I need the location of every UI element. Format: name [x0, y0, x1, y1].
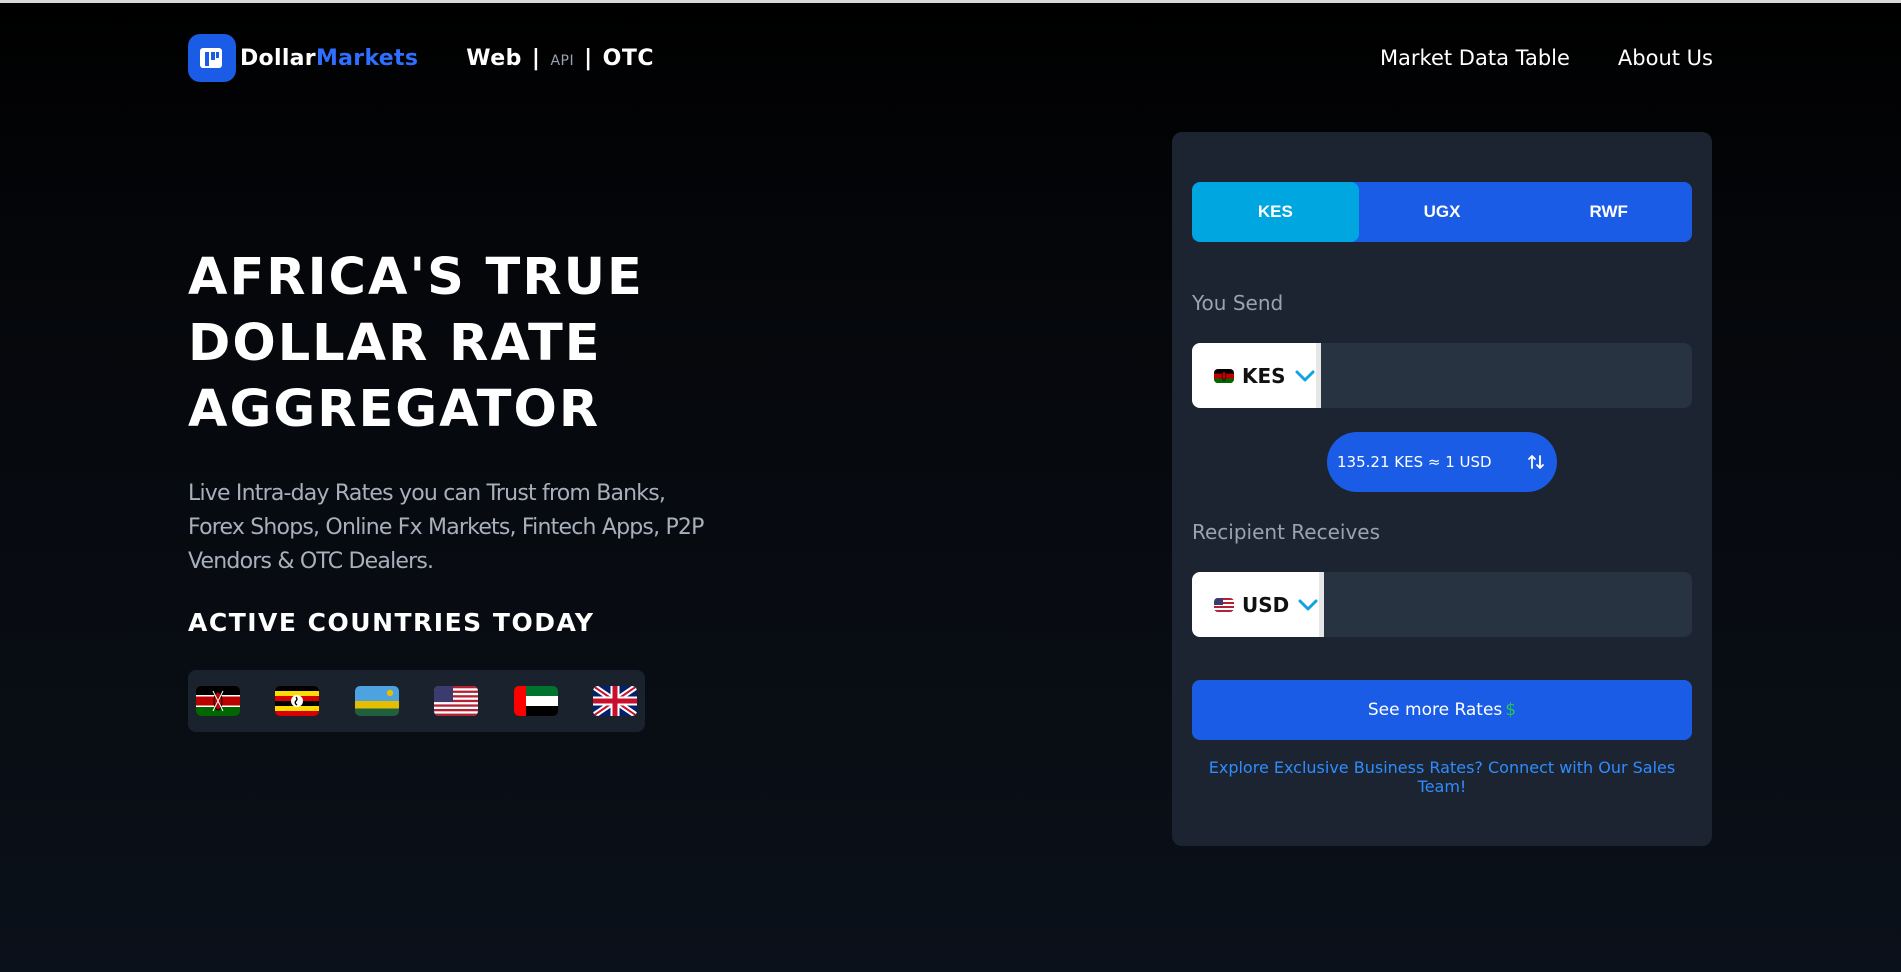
hero-title-line: AGGREGATOR	[188, 380, 601, 439]
exchange-rate-pill[interactable]: 135.21 KES ≈ 1 USD	[1327, 432, 1557, 492]
chevron-down-icon	[1294, 369, 1316, 383]
recipient-receives-label: Recipient Receives	[1192, 520, 1381, 544]
receive-amount-input[interactable]	[1324, 572, 1692, 637]
sales-team-link[interactable]: Explore Exclusive Business Rates? Connec…	[1202, 758, 1682, 796]
mode-api-link[interactable]: API	[550, 53, 574, 69]
main-nav: Market Data Table About Us	[1380, 46, 1713, 70]
receive-currency-select[interactable]: USD	[1192, 572, 1325, 637]
send-currency-code: KES	[1242, 363, 1286, 388]
hero-title-line: AFRICA'S TRUE	[188, 248, 644, 307]
tab-rwf[interactable]: RWF	[1525, 182, 1692, 242]
send-amount-row: KES	[1192, 343, 1692, 408]
tab-ugx[interactable]: UGX	[1359, 182, 1526, 242]
usa-flag-icon	[1214, 597, 1234, 612]
usa-flag-icon[interactable]	[434, 686, 479, 716]
hero-subtitle: Live Intra-day Rates you can Trust from …	[188, 481, 704, 574]
mode-separator: |	[584, 45, 593, 71]
swap-arrows-icon[interactable]	[1527, 453, 1545, 471]
receive-currency-code: USD	[1242, 592, 1290, 617]
mode-otc-link[interactable]: OTC	[603, 46, 654, 71]
top-border	[0, 0, 1901, 3]
logo-mark-icon	[188, 34, 236, 82]
chevron-down-icon	[1297, 598, 1319, 612]
site-header: DollarMarkets Web | API | OTC Market Dat…	[188, 33, 1713, 83]
kenya-flag-icon[interactable]	[196, 686, 240, 716]
active-countries-heading: ACTIVE COUNTRIES TODAY	[188, 608, 595, 637]
exchange-rate-text: 135.21 KES ≈ 1 USD	[1337, 453, 1492, 471]
brand-name: DollarMarkets	[240, 46, 418, 71]
you-send-label: You Send	[1192, 291, 1284, 315]
see-more-rates-label: See more Rates	[1367, 700, 1503, 720]
uk-flag-icon[interactable]	[592, 686, 637, 716]
logo[interactable]: DollarMarkets	[188, 34, 418, 82]
mode-web-link[interactable]: Web	[466, 46, 522, 71]
kenya-flag-icon	[1214, 368, 1234, 383]
currency-tabs: KES UGX RWF	[1192, 182, 1692, 242]
dollar-icon: $	[1505, 700, 1517, 720]
mode-separator: |	[531, 45, 541, 71]
rate-converter-card: KES UGX RWF You Send KES 135.21 KES ≈ 1 …	[1172, 132, 1712, 846]
brand-name-part1: Dollar	[240, 45, 316, 71]
see-more-rates-button[interactable]: See more Rates $	[1192, 680, 1692, 740]
active-countries-flags	[188, 670, 645, 732]
uganda-flag-icon[interactable]	[275, 686, 320, 716]
uae-flag-icon[interactable]	[513, 686, 558, 716]
hero-title: AFRICA'S TRUE DOLLAR RATE AGGREGATOR	[188, 245, 788, 443]
receive-amount-row: USD	[1192, 572, 1692, 637]
nav-market-data-table[interactable]: Market Data Table	[1380, 46, 1570, 70]
product-modes: Web | API | OTC	[466, 46, 654, 71]
send-currency-select[interactable]: KES	[1192, 343, 1321, 408]
hero-title-line: DOLLAR RATE	[188, 314, 602, 373]
tab-kes[interactable]: KES	[1192, 182, 1359, 242]
send-amount-input[interactable]	[1320, 343, 1692, 408]
nav-about-us[interactable]: About Us	[1618, 46, 1713, 70]
brand-name-part2: Markets	[315, 45, 419, 71]
rwanda-flag-icon[interactable]	[354, 686, 399, 716]
